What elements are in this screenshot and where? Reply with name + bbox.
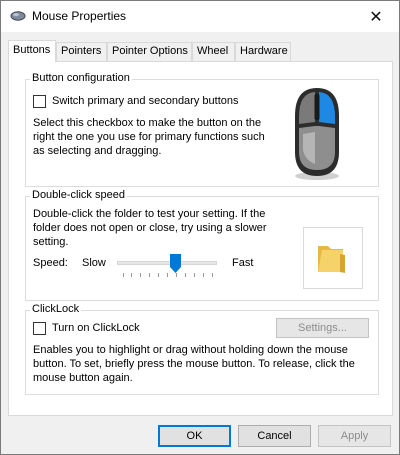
slider-tick	[149, 273, 151, 277]
slider-tick	[193, 273, 195, 277]
clicklock-checkbox[interactable]	[33, 322, 46, 335]
slider-thumb[interactable]	[169, 254, 181, 273]
ok-button[interactable]: OK	[158, 425, 231, 447]
fast-label: Fast	[232, 257, 254, 269]
tab-buttons[interactable]: Buttons	[8, 40, 56, 62]
clicklock-settings-button[interactable]: Settings...	[276, 318, 369, 338]
slider-tick	[158, 273, 160, 277]
button-configuration-group: Button configuration Switch primary and …	[25, 72, 379, 187]
close-button[interactable]: ✕	[353, 1, 399, 32]
title-bar[interactable]: Mouse Properties ✕	[1, 1, 399, 32]
double-click-test-area[interactable]	[303, 227, 363, 289]
double-click-speed-slider[interactable]	[117, 254, 217, 279]
tab-pointers[interactable]: Pointers	[56, 42, 107, 61]
clicklock-label[interactable]: Turn on ClickLock	[52, 322, 140, 334]
slider-track	[117, 261, 217, 265]
double-click-speed-group: Double-click speed Double-click the fold…	[25, 189, 379, 301]
group-title-button-configuration: Button configuration	[30, 72, 132, 84]
mouse-properties-window: Mouse Properties ✕ Buttons Pointers Poin…	[0, 0, 400, 455]
folder-icon[interactable]	[316, 240, 346, 274]
slider-tick	[175, 273, 177, 277]
tab-pointer-options[interactable]: Pointer Options	[107, 42, 192, 61]
mouse-image-icon	[295, 88, 339, 180]
cancel-button[interactable]: Cancel	[238, 425, 311, 447]
slider-tick	[122, 273, 124, 277]
slider-tick	[202, 273, 204, 277]
switch-buttons-label[interactable]: Switch primary and secondary buttons	[52, 95, 238, 107]
tab-panel-buttons: Button configuration Switch primary and …	[8, 61, 393, 416]
double-click-description: Double-click the folder to test your set…	[33, 208, 267, 248]
slider-tick	[211, 273, 213, 277]
clicklock-description: Enables you to highlight or drag without…	[33, 344, 355, 384]
tab-hardware[interactable]: Hardware	[235, 42, 291, 61]
group-title-clicklock: ClickLock	[30, 303, 82, 315]
mouse-icon	[10, 11, 26, 21]
button-config-description: Select this checkbox to make the button …	[33, 117, 265, 157]
window-title: Mouse Properties	[32, 9, 127, 23]
slider-tick	[184, 273, 186, 277]
slider-tick	[140, 273, 142, 277]
switch-buttons-checkbox[interactable]	[33, 95, 46, 108]
slider-tick	[167, 273, 168, 277]
speed-label: Speed:	[33, 257, 68, 269]
apply-button[interactable]: Apply	[318, 425, 391, 447]
tab-wheel[interactable]: Wheel	[192, 42, 235, 61]
close-icon: ✕	[369, 8, 383, 26]
slider-tick	[131, 273, 133, 277]
slow-label: Slow	[82, 257, 106, 269]
clicklock-group: ClickLock Turn on ClickLock Settings... …	[25, 303, 379, 395]
group-title-double-click-speed: Double-click speed	[30, 189, 127, 201]
